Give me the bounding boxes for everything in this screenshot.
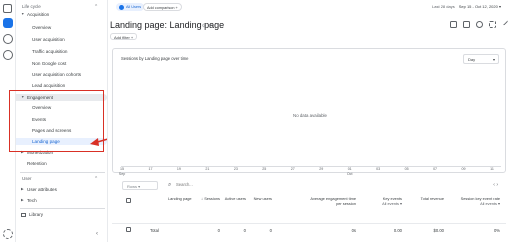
x-tick-label: 03 <box>376 167 381 171</box>
collapse-sidebar-icon[interactable]: ‹ <box>96 231 98 237</box>
all-users-chip[interactable]: All Users <box>116 3 145 11</box>
chevron-down-icon: ▾ <box>138 184 141 189</box>
cell-avg-engagement-time: 0s <box>351 228 356 233</box>
x-tick-label: 11 <box>490 167 494 171</box>
collapse-triangle-icon: ▶ <box>21 187 24 191</box>
x-tick-label: 05 <box>404 167 409 171</box>
rows-per-page-select[interactable]: Rows ▾ <box>122 181 158 190</box>
page-title: Landing page: Landing page <box>110 20 225 30</box>
customize-report-icon[interactable] <box>450 21 457 28</box>
main-content: All Users Add comparison + Last 28 days S… <box>107 0 512 242</box>
advertising-icon[interactable] <box>3 50 13 60</box>
sidebar-item-user-acquisition[interactable]: User acquisition <box>16 36 107 43</box>
reports-icon[interactable] <box>3 18 13 28</box>
chevron-down-icon: ▾ <box>498 4 501 9</box>
page-title-row: Landing page: Landing page ⊙ ▾ <box>108 18 512 34</box>
x-tick-label: 01 Oct <box>346 167 353 176</box>
library-folder-icon <box>21 212 26 217</box>
table-search-input[interactable] <box>176 182 296 187</box>
x-tick-label: 29 <box>319 167 324 171</box>
col-key-events[interactable]: Key events All events ▾ <box>374 196 402 207</box>
granularity-select[interactable]: Day ▾ <box>463 54 499 64</box>
cell-session-key-event-rate: 0% <box>493 228 500 233</box>
section-header-life-cycle[interactable]: Life cycle ⌃ <box>22 4 98 10</box>
sidebar-item-acquisition[interactable]: ▼ Acquisition <box>16 11 107 18</box>
x-tick-label: 25 <box>262 167 267 171</box>
admin-gear-icon[interactable] <box>3 229 13 239</box>
x-tick-label: 17 <box>148 167 153 171</box>
comparison-bar: All Users Add comparison + Last 28 days S… <box>108 0 512 14</box>
col-avg-engagement-time[interactable]: Average engagement time per session <box>304 196 356 206</box>
date-range-picker[interactable]: Last 28 days Sep 15 - Oct 12, 2020 ▾ <box>432 4 501 9</box>
x-tick-label: 23 <box>233 167 238 171</box>
table-row-total: Total 0 0 0 0s 0.00 $0.00 0% <box>112 223 506 235</box>
insights-icon[interactable] <box>489 21 496 28</box>
pagination-controls[interactable]: ‹ › <box>493 182 498 188</box>
table-header: Landing page ↓ Sessions Active users New… <box>112 195 506 220</box>
key-events-filter-dropdown[interactable]: All events ▾ <box>374 201 402 207</box>
cell-total-label: Total <box>150 228 159 233</box>
sessions-chart-card: Sessions by Landing page over time Day ▾… <box>112 48 506 176</box>
col-active-users[interactable]: Active users <box>224 196 246 202</box>
cell-new-users: 0 <box>269 228 272 233</box>
x-tick-label: 15 Sep <box>118 167 126 176</box>
section-header-user[interactable]: User ⌃ <box>22 176 98 182</box>
col-total-revenue[interactable]: Total revenue <box>418 196 444 202</box>
select-all-checkbox[interactable] <box>126 198 131 203</box>
compare-icon[interactable] <box>463 21 470 28</box>
sidebar-item-non-google-cost[interactable]: Non Google cost <box>16 60 107 67</box>
x-tick-label: 21 <box>205 167 210 171</box>
add-filter-button[interactable]: Add filter + <box>110 33 138 40</box>
cell-key-events: 0.00 <box>393 228 402 233</box>
home-icon[interactable] <box>3 4 12 13</box>
x-tick-label: 19 <box>176 167 181 171</box>
rate-events-filter-dropdown[interactable]: All events ▾ <box>456 201 500 207</box>
x-tick-label: 27 <box>290 167 295 171</box>
sidebar-item-acq-overview[interactable]: Overview <box>16 24 107 31</box>
table-toolbar: Rows ▾ ⌕ ‹ › <box>112 181 506 192</box>
col-sessions[interactable]: ↓ Sessions <box>196 196 220 202</box>
col-new-users[interactable]: New users <box>252 196 272 202</box>
sidebar-item-tech[interactable]: ▶ Tech <box>16 197 107 204</box>
segment-avatar-icon <box>119 4 124 10</box>
cell-total-revenue: $0.00 <box>433 228 444 233</box>
no-data-message: No data available <box>293 113 327 118</box>
col-landing-page[interactable]: Landing page <box>168 196 192 202</box>
chevron-up-icon: ⌃ <box>94 4 99 10</box>
x-tick-label: 07 <box>433 167 438 171</box>
row-checkbox[interactable] <box>126 227 131 232</box>
sidebar-item-traffic-acquisition[interactable]: Traffic acquisition <box>16 48 107 55</box>
search-icon: ⌕ <box>168 182 172 188</box>
add-comparison-button[interactable]: Add comparison + <box>143 3 182 11</box>
sidebar-item-user-acquisition-cohorts[interactable]: User acquisition cohorts <box>16 71 107 78</box>
check-circle-icon[interactable]: ⊙ <box>202 23 206 29</box>
sidebar-divider <box>20 208 105 209</box>
col-session-key-event-rate[interactable]: Session key event rate All events ▾ <box>456 196 500 207</box>
sidebar-item-user-attributes[interactable]: ▶ User attributes <box>16 186 107 193</box>
sidebar-item-library[interactable]: Library <box>21 212 43 217</box>
sidebar-divider <box>20 172 105 173</box>
cell-sessions: 0 <box>217 228 220 233</box>
expand-triangle-icon: ▼ <box>21 12 25 16</box>
sidebar-item-lead-acquisition[interactable]: Lead acquisition <box>16 82 107 89</box>
x-tick-label: 09 <box>461 167 466 171</box>
cell-active-users: 0 <box>243 228 246 233</box>
sidebar-item-retention[interactable]: Retention <box>16 160 107 167</box>
collapse-triangle-icon: ▶ <box>21 198 24 202</box>
chevron-up-icon: ⌃ <box>94 176 99 182</box>
chevron-down-icon: ▾ <box>492 57 495 62</box>
chevron-down-icon[interactable]: ▾ <box>209 23 212 29</box>
share-icon[interactable] <box>476 21 483 28</box>
edit-pencil-icon[interactable] <box>501 19 509 26</box>
explore-icon[interactable] <box>3 34 13 44</box>
chart-title: Sessions by Landing page over time <box>121 56 189 61</box>
